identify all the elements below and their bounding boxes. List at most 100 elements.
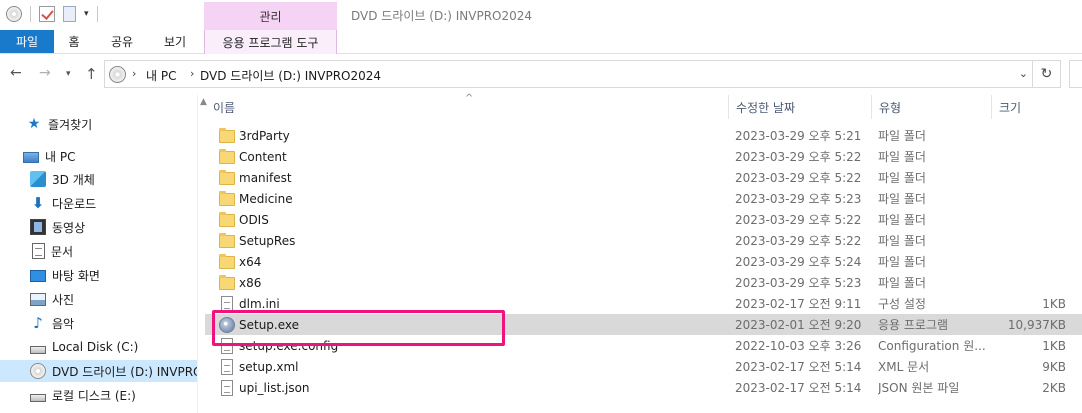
tab-home[interactable]: 홈 bbox=[54, 30, 94, 53]
file-type: 파일 폴더 bbox=[878, 276, 926, 290]
table-row[interactable]: 3rdParty 2023-03-29 오후 5:21 파일 폴더 bbox=[205, 125, 1082, 146]
table-row[interactable]: Content 2023-03-29 오후 5:22 파일 폴더 bbox=[205, 146, 1082, 167]
document-icon bbox=[32, 243, 45, 259]
chevron-down-icon[interactable]: ▾ bbox=[84, 9, 89, 19]
tab-file[interactable]: 파일 bbox=[0, 30, 54, 53]
chevron-down-icon[interactable]: ⌄ bbox=[1019, 67, 1028, 80]
file-rows: 3rdParty 2023-03-29 오후 5:21 파일 폴더 Conten… bbox=[205, 125, 1082, 398]
file-size bbox=[990, 167, 1066, 188]
ribbon-tabs: 파일 홈 공유 보기 응용 프로그램 도구 bbox=[0, 30, 1082, 54]
sidebar-item-quick-access[interactable]: ★ 즐겨찾기 bbox=[0, 113, 197, 135]
column-header-size[interactable]: 크기 bbox=[991, 95, 1081, 119]
sidebar-item-label: 3D 개체 bbox=[52, 172, 95, 187]
file-date: 2023-03-29 오후 5:22 bbox=[735, 234, 862, 248]
sidebar-item-label: 문서 bbox=[51, 244, 74, 259]
refresh-button[interactable]: ↻ bbox=[1033, 60, 1061, 88]
file-size bbox=[990, 272, 1066, 293]
breadcrumb-this-pc[interactable]: 내 PC bbox=[146, 67, 176, 84]
sidebar-item-local-disk-e[interactable]: 로컬 디스크 (E:) bbox=[0, 384, 197, 406]
file-list: ^ 이름 수정한 날짜 유형 크기 3rdParty 2023-03-29 오후… bbox=[205, 93, 1082, 413]
chevron-right-icon[interactable]: › bbox=[132, 67, 136, 80]
breadcrumb-dvd-drive[interactable]: DVD 드라이브 (D:) INVPRO2024 bbox=[200, 67, 381, 84]
column-header-name[interactable]: 이름 bbox=[205, 95, 728, 119]
sidebar-item-label: 내 PC bbox=[45, 149, 76, 164]
back-arrow-icon[interactable]: ← bbox=[10, 65, 22, 81]
sidebar-item-3d-objects[interactable]: 3D 개체 bbox=[0, 168, 197, 190]
sidebar-item-this-pc[interactable]: 내 PC bbox=[0, 145, 197, 167]
file-type: 파일 폴더 bbox=[878, 234, 926, 248]
picture-icon bbox=[30, 292, 46, 306]
column-header-type[interactable]: 유형 bbox=[871, 95, 991, 119]
setup-exe-icon bbox=[219, 316, 235, 333]
folder-icon bbox=[219, 170, 235, 185]
sidebar-item-local-disk-c[interactable]: Local Disk (C:) bbox=[0, 336, 197, 358]
hard-disk-icon bbox=[30, 394, 46, 402]
up-arrow-icon[interactable]: ↑ bbox=[85, 65, 98, 83]
music-icon: ♪ bbox=[33, 314, 43, 332]
sidebar-item-label: 바탕 화면 bbox=[52, 268, 100, 283]
folder-icon bbox=[219, 233, 235, 248]
file-size bbox=[990, 146, 1066, 167]
file-date: 2022-10-03 오후 3:26 bbox=[735, 339, 862, 353]
table-row[interactable]: setup.exe.config 2022-10-03 오후 3:26 Conf… bbox=[205, 335, 1082, 356]
file-date: 2023-03-29 오후 5:21 bbox=[735, 129, 862, 143]
divider bbox=[30, 6, 31, 22]
address-bar[interactable]: › 내 PC › DVD 드라이브 (D:) INVPRO2024 ⌄ bbox=[104, 60, 1033, 88]
tab-share[interactable]: 공유 bbox=[98, 30, 146, 53]
file-size: 9KB bbox=[1042, 359, 1066, 374]
pane-divider[interactable] bbox=[197, 95, 198, 413]
file-name: x64 bbox=[239, 254, 262, 269]
table-row[interactable]: x64 2023-03-29 오후 5:24 파일 폴더 bbox=[205, 251, 1082, 272]
divider bbox=[96, 6, 98, 22]
file-size: 1KB bbox=[1042, 338, 1066, 353]
sidebar-item-label: DVD 드라이브 (D:) INVPRO2024 bbox=[52, 364, 197, 379]
sidebar-item-label: 사진 bbox=[52, 292, 75, 307]
sidebar-item-desktop[interactable]: 바탕 화면 bbox=[0, 264, 197, 286]
folder-icon bbox=[219, 149, 235, 164]
search-input[interactable] bbox=[1069, 60, 1082, 88]
new-folder-icon[interactable] bbox=[63, 6, 76, 22]
file-date: 2023-03-29 오후 5:22 bbox=[735, 150, 862, 164]
table-row[interactable]: dlm.ini 2023-02-17 오전 9:11 구성 설정 1KB bbox=[205, 293, 1082, 314]
dvd-icon bbox=[30, 363, 46, 379]
quick-access-toolbar: ▾ bbox=[6, 5, 98, 23]
file-size: 2KB bbox=[1042, 380, 1066, 395]
file-date: 2023-02-17 오전 9:11 bbox=[735, 297, 862, 311]
table-row-selected[interactable]: Setup.exe 2023-02-01 오전 9:20 응용 프로그램 10,… bbox=[205, 314, 1082, 335]
sidebar-item-pictures[interactable]: 사진 bbox=[0, 288, 197, 310]
sidebar-item-dvd-drive[interactable]: DVD 드라이브 (D:) INVPRO2024 bbox=[0, 360, 197, 382]
file-type: 파일 폴더 bbox=[878, 150, 926, 164]
folder-icon bbox=[219, 254, 235, 269]
sidebar-item-label: 음악 bbox=[52, 316, 75, 331]
tab-view[interactable]: 보기 bbox=[150, 30, 200, 53]
chevron-down-icon[interactable]: ▾ bbox=[66, 69, 71, 79]
title-bar: ▾ 관리 DVD 드라이브 (D:) INVPRO2024 bbox=[0, 0, 1082, 30]
table-row[interactable]: setup.xml 2023-02-17 오전 5:14 XML 문서 9KB bbox=[205, 356, 1082, 377]
sidebar-item-downloads[interactable]: ⬇ 다운로드 bbox=[0, 192, 197, 214]
properties-icon[interactable] bbox=[39, 6, 55, 22]
file-date: 2023-03-29 오후 5:23 bbox=[735, 276, 862, 290]
sidebar-item-documents[interactable]: 문서 bbox=[0, 240, 197, 262]
file-type: Configuration 원... bbox=[878, 339, 986, 353]
folder-icon bbox=[219, 191, 235, 206]
file-type: 구성 설정 bbox=[878, 297, 926, 311]
sidebar-item-videos[interactable]: 동영상 bbox=[0, 216, 197, 238]
column-header-date[interactable]: 수정한 날짜 bbox=[728, 95, 871, 119]
table-row[interactable]: upi_list.json 2023-02-17 오전 5:14 JSON 원본… bbox=[205, 377, 1082, 398]
refresh-icon: ↻ bbox=[1040, 66, 1053, 82]
file-size: 1KB bbox=[1042, 296, 1066, 311]
table-row[interactable]: x86 2023-03-29 오후 5:23 파일 폴더 bbox=[205, 272, 1082, 293]
forward-arrow-icon[interactable]: → bbox=[39, 65, 51, 81]
sidebar-item-music[interactable]: ♪ 음악 bbox=[0, 312, 197, 334]
file-date: 2023-02-01 오전 9:20 bbox=[735, 318, 862, 332]
tab-application-tools[interactable]: 응용 프로그램 도구 bbox=[204, 30, 337, 54]
table-row[interactable]: manifest 2023-03-29 오후 5:22 파일 폴더 bbox=[205, 167, 1082, 188]
file-type: XML 문서 bbox=[878, 360, 930, 374]
file-date: 2023-03-29 오후 5:23 bbox=[735, 192, 862, 206]
file-name: manifest bbox=[239, 170, 292, 185]
file-size: 10,937KB bbox=[1007, 317, 1066, 332]
table-row[interactable]: SetupRes 2023-03-29 오후 5:22 파일 폴더 bbox=[205, 230, 1082, 251]
chevron-right-icon[interactable]: › bbox=[190, 67, 194, 80]
table-row[interactable]: ODIS 2023-03-29 오후 5:22 파일 폴더 bbox=[205, 209, 1082, 230]
table-row[interactable]: Medicine 2023-03-29 오후 5:23 파일 폴더 bbox=[205, 188, 1082, 209]
